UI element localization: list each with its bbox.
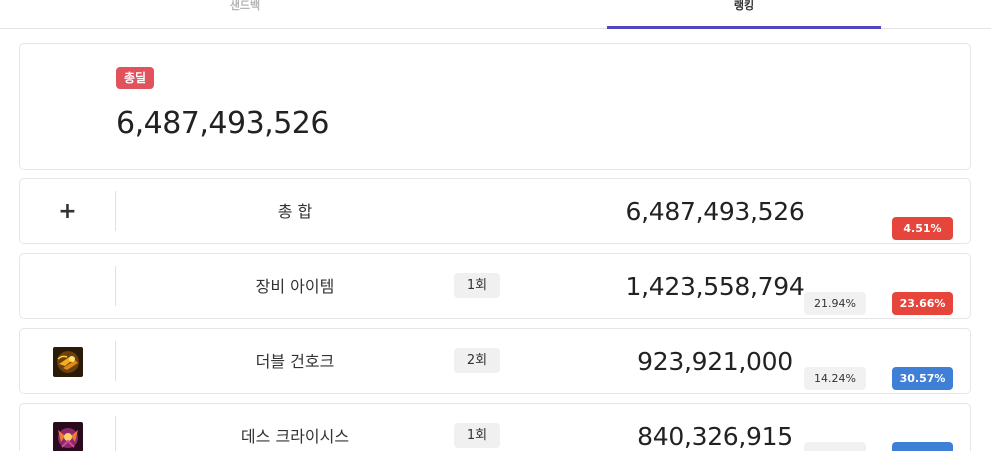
ranking-row-equipment[interactable]: 장비 아이템 1회 1,423,558,794 21.94% 23.66% — [19, 253, 971, 319]
row-label: 장비 아이템 — [255, 277, 335, 296]
divider — [115, 416, 116, 451]
total-damage-card: 총딜 6,487,493,526 — [19, 43, 971, 170]
hit-count-pill: 1회 — [454, 423, 500, 448]
ranking-row-double-gunhawk[interactable]: 더블 건호크 2회 923,921,000 14.24% 30.57% — [19, 328, 971, 394]
icon-slot-empty — [20, 254, 115, 318]
change-badge: 30.57% — [892, 367, 953, 390]
damage-value: 6,487,493,526 — [625, 197, 805, 226]
total-damage-badge: 총딜 — [116, 67, 155, 89]
tab-ranking[interactable]: 랭킹 — [607, 0, 881, 29]
change-badge: 23.66% — [892, 292, 953, 315]
share-badge: 21.94% — [804, 292, 866, 315]
ranking-row-death-crisis[interactable]: 데스 크라이시스 1회 840,326,915 — [19, 403, 971, 451]
row-label: 더블 건호크 — [255, 352, 335, 371]
tab-bar: 샌드백 랭킹 — [0, 0, 991, 29]
divider — [115, 191, 116, 231]
skill-icon-slot — [20, 329, 115, 393]
share-badge — [804, 442, 866, 451]
hit-count-pill: 2회 — [454, 348, 500, 373]
skill-icon-slot — [20, 404, 115, 451]
divider — [115, 266, 116, 306]
share-badge: 14.24% — [804, 367, 866, 390]
row-label: 총 합 — [277, 202, 313, 221]
ranking-row-total[interactable]: + 총 합 6,487,493,526 4.51% — [19, 178, 971, 244]
plus-icon[interactable]: + — [58, 201, 76, 223]
death-crisis-skill-icon — [52, 422, 83, 451]
divider — [115, 341, 116, 381]
hit-count-pill: 1회 — [454, 273, 500, 298]
double-gunhawk-skill-icon — [52, 347, 83, 377]
change-badge — [892, 442, 953, 451]
total-damage-value: 6,487,493,526 — [116, 106, 329, 141]
expand-toggle[interactable]: + — [20, 179, 115, 243]
row-label: 데스 크라이시스 — [240, 427, 350, 446]
tab-sandbag[interactable]: 샌드백 — [120, 0, 370, 29]
change-badge: 4.51% — [892, 217, 953, 240]
